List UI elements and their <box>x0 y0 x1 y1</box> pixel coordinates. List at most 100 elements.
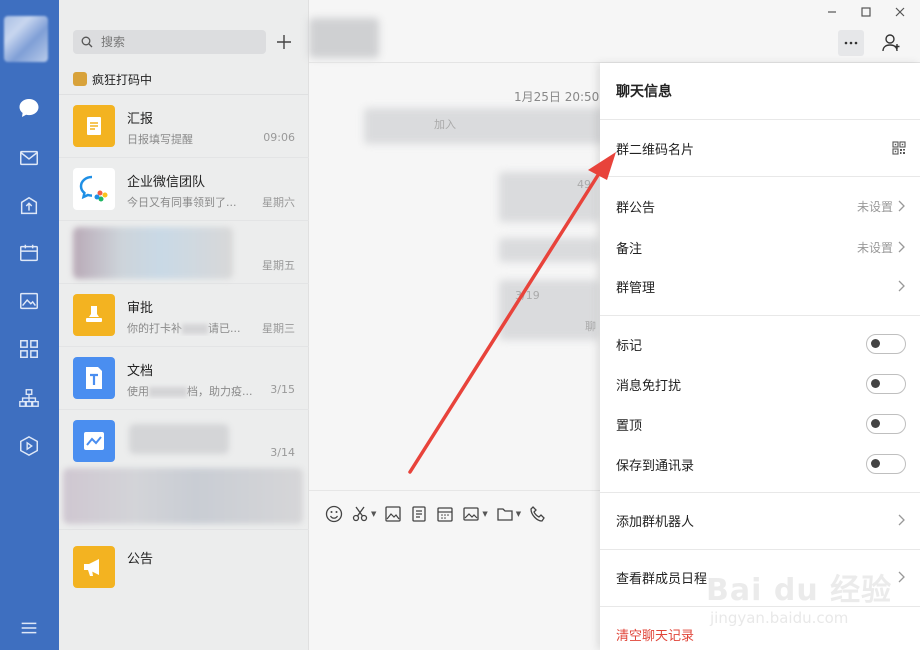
divider <box>309 490 609 491</box>
chat-title: 汇报 <box>127 112 154 127</box>
chat-time: 09:06 <box>263 131 295 144</box>
pin-toggle[interactable] <box>866 414 906 434</box>
chat-item-announcement[interactable]: 公告 <box>59 536 309 599</box>
blurred-message <box>499 238 599 262</box>
chat-time: 星期五 <box>262 259 295 272</box>
divider <box>600 315 920 316</box>
chat-item-approval[interactable]: 审批 你的打卡补 请已... 星期三 <box>59 284 309 347</box>
group-announcement-row[interactable]: 群公告 未设置 <box>616 194 906 218</box>
chat-time: 3/15 <box>270 383 295 396</box>
add-icon[interactable] <box>274 31 294 53</box>
chevron-down-icon[interactable]: ▼ <box>516 510 521 518</box>
chat-preview: 使用 档，助力疫... <box>127 385 253 398</box>
group-manage-label: 群管理 <box>616 280 656 296</box>
chat-preview: 你的打卡补 请已... <box>127 322 241 335</box>
add-bot-label: 添加群机器人 <box>616 514 695 530</box>
minimize-icon[interactable] <box>822 4 842 20</box>
calendar-icon[interactable] <box>16 241 42 265</box>
screenshot-icon[interactable]: ▼ <box>351 502 376 526</box>
remark-row[interactable]: 备注 未设置 <box>616 235 906 259</box>
divider <box>600 176 920 177</box>
maximize-icon[interactable] <box>856 4 876 20</box>
group-qr-label: 群二维码名片 <box>616 142 695 158</box>
divider <box>600 549 920 550</box>
add-member-icon[interactable] <box>879 31 903 55</box>
chat-item-wecom-team[interactable]: 企业微信团队 今日又有同事领到了... 星期六 <box>59 158 309 221</box>
left-nav <box>0 0 59 650</box>
chart-icon <box>73 420 115 462</box>
chat-preview: 今日又有同事领到了... <box>127 196 237 209</box>
chevron-right-icon <box>898 200 905 212</box>
blurred-content <box>129 424 229 454</box>
workbench-icon[interactable] <box>16 194 42 218</box>
gallery-icon[interactable]: ▼ <box>462 502 488 526</box>
panel-title: 聊天信息 <box>616 84 672 100</box>
chat-time: 3/14 <box>270 446 295 459</box>
chat-item-docs[interactable]: 文档 使用 档，助力疫... 3/15 <box>59 347 309 410</box>
chevron-right-icon <box>898 514 905 526</box>
blurred-snippet: 49 <box>577 178 591 191</box>
message-date: 1月25日 20:50 <box>514 90 600 104</box>
baidu-watermark: Bai du 经验 jingyan.baidu.com <box>706 565 916 635</box>
mute-row: 消息免打扰 <box>616 372 906 396</box>
save-contacts-toggle[interactable] <box>866 454 906 474</box>
calendar-icon[interactable] <box>436 502 454 526</box>
chat-item-blurred[interactable]: 星期五 <box>59 221 309 284</box>
chat-time: 星期三 <box>262 322 295 335</box>
org-chart-icon[interactable] <box>16 386 42 410</box>
clear-history-label: 清空聊天记录 <box>616 628 695 644</box>
mail-icon[interactable] <box>16 146 42 170</box>
wecom-logo-icon <box>73 168 115 210</box>
group-announcement-label: 群公告 <box>616 200 656 216</box>
toggle-label: 消息免打扰 <box>616 378 682 394</box>
status-text: 疯狂打码中 <box>92 72 153 87</box>
chat-title: 企业微信团队 <box>127 175 206 190</box>
member-schedule-label: 查看群成员日程 <box>616 571 708 587</box>
hexagon-play-icon[interactable] <box>16 434 42 458</box>
qr-code-icon[interactable] <box>892 141 906 155</box>
blurred-message <box>499 280 599 340</box>
menu-icon[interactable] <box>16 616 42 640</box>
mark-row: 标记 <box>616 332 906 356</box>
chat-item-blurred-2[interactable]: 3/14 <box>59 410 309 530</box>
messages-icon[interactable] <box>16 96 42 120</box>
chevron-down-icon[interactable]: ▼ <box>371 510 376 518</box>
emoji-icon[interactable] <box>325 502 343 526</box>
blurred-snippet: 聊 <box>585 320 596 333</box>
blurred-snippet: 加入 <box>434 118 456 131</box>
group-manage-row[interactable]: 群管理 <box>616 274 906 298</box>
chevron-right-icon <box>898 280 905 292</box>
chat-list-panel: 疯狂打码中 汇报 日报填写提醒 09:06 企业微信团队 今日又有同事领到了..… <box>59 0 309 650</box>
document-icon[interactable] <box>410 502 428 526</box>
announcement-value: 未设置 <box>856 199 893 214</box>
toggle-label: 标记 <box>616 338 643 354</box>
search-box[interactable] <box>73 30 266 54</box>
phone-icon[interactable] <box>529 502 547 526</box>
mute-toggle[interactable] <box>866 374 906 394</box>
mark-toggle[interactable] <box>866 334 906 354</box>
group-qr-row[interactable]: 群二维码名片 <box>616 136 906 160</box>
close-icon[interactable] <box>890 4 910 20</box>
report-icon <box>73 105 115 147</box>
add-bot-row[interactable]: 添加群机器人 <box>616 508 906 532</box>
blurred-chat-title <box>309 18 379 58</box>
watermark-brand: Bai du 经验 <box>706 573 893 608</box>
pin-row: 置顶 <box>616 412 906 436</box>
user-avatar[interactable] <box>4 16 48 62</box>
chat-preview: 日报填写提醒 <box>127 133 193 146</box>
photo-icon[interactable] <box>16 289 42 313</box>
chat-title: 公告 <box>127 552 154 567</box>
divider <box>600 119 920 120</box>
blurred-content <box>73 227 233 279</box>
more-options-icon[interactable] <box>838 30 864 56</box>
remark-value: 未设置 <box>856 240 893 255</box>
image-icon[interactable] <box>384 502 402 526</box>
search-icon <box>81 36 93 48</box>
status-row[interactable]: 疯狂打码中 <box>73 68 152 90</box>
chevron-down-icon[interactable]: ▼ <box>482 510 487 518</box>
blurred-content <box>63 468 303 524</box>
folder-icon[interactable]: ▼ <box>496 502 521 526</box>
apps-grid-icon[interactable] <box>16 337 42 361</box>
chat-item-report[interactable]: 汇报 日报填写提醒 09:06 <box>59 95 309 158</box>
search-input[interactable] <box>101 35 251 49</box>
